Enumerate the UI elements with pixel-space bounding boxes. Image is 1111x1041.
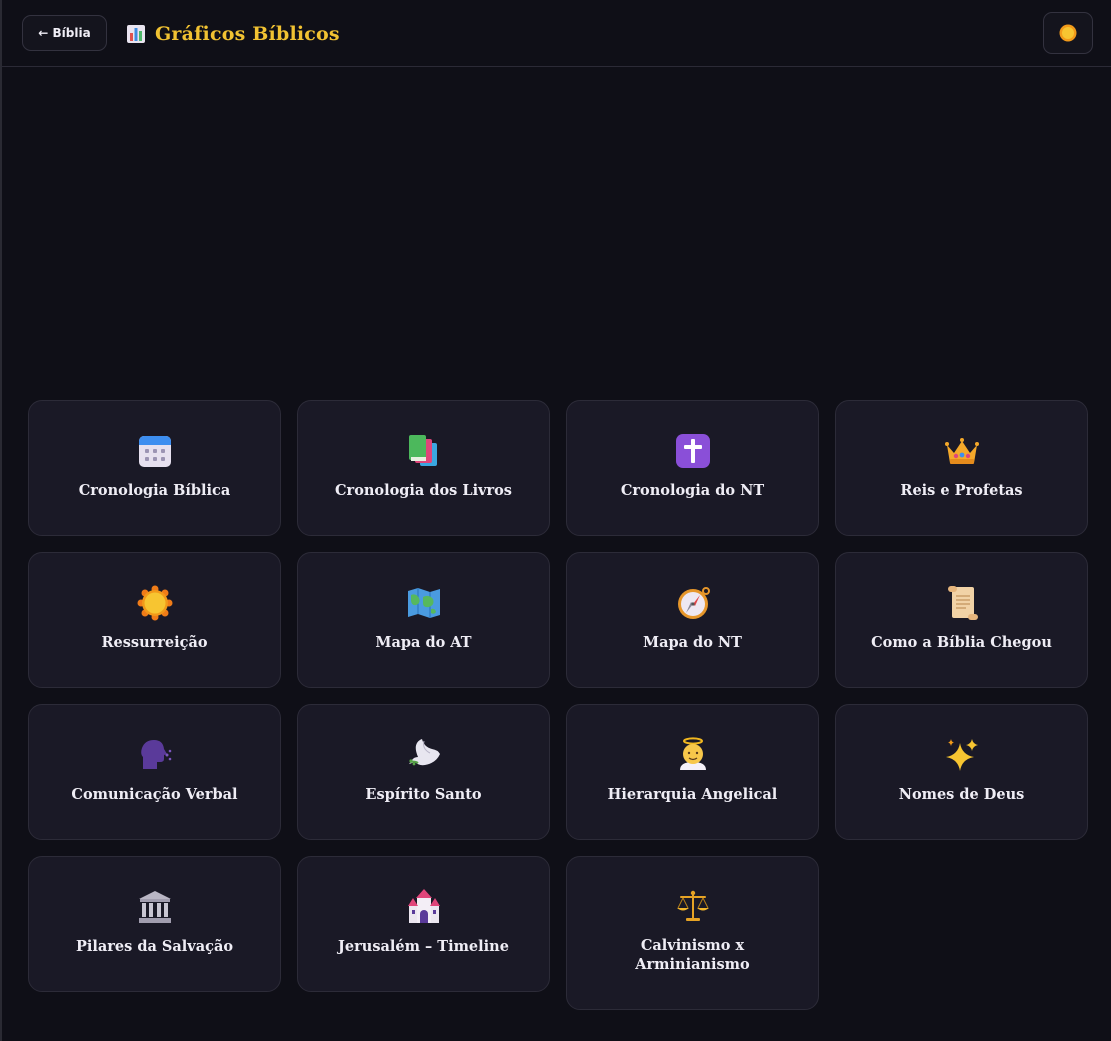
top-bar: ← Bíblia Gráficos Bíblicos: [2, 0, 1111, 67]
card-cronologia-dos-livros[interactable]: Cronologia dos Livros: [297, 400, 550, 536]
sparkles-icon: [944, 737, 980, 773]
books-icon: [406, 433, 442, 469]
sun-icon: [1059, 24, 1077, 42]
card-label: Pilares da Salvação: [75, 937, 234, 955]
card-label: Comunicação Verbal: [71, 785, 238, 803]
page-title: Gráficos Bíblicos: [155, 23, 340, 45]
card-cronologia-do-nt[interactable]: Cronologia do NT: [566, 400, 819, 536]
card-como-a-biblia-chegou[interactable]: Como a Bíblia Chegou: [835, 552, 1088, 688]
card-label: Mapa do NT: [643, 633, 742, 651]
sun-icon: [137, 585, 173, 621]
angel-icon: [675, 736, 711, 773]
card-label: Nomes de Deus: [898, 785, 1025, 803]
page-title-group: Gráficos Bíblicos: [126, 20, 340, 48]
cross-icon: [675, 433, 711, 469]
bar-chart-icon: [127, 25, 145, 43]
world-map-icon: [406, 585, 442, 621]
card-ressurreicao[interactable]: Ressurreição: [28, 552, 281, 688]
card-label: Hierarquia Angelical: [607, 785, 778, 803]
card-mapa-do-at[interactable]: Mapa do AT: [297, 552, 550, 688]
card-label: Cronologia dos Livros: [335, 481, 512, 499]
card-label: Cronologia Bíblica: [78, 481, 231, 499]
card-mapa-do-nt[interactable]: Mapa do NT: [566, 552, 819, 688]
calendar-icon: [137, 433, 173, 469]
theme-toggle-button[interactable]: [1043, 12, 1093, 54]
balance-scale-icon: [675, 888, 711, 924]
castle-icon: [406, 888, 442, 925]
card-comunicacao-verbal[interactable]: Comunicação Verbal: [28, 704, 281, 840]
card-cronologia-biblica[interactable]: Cronologia Bíblica: [28, 400, 281, 536]
window-edge: [0, 0, 2, 1041]
classical-building-icon: [137, 889, 173, 925]
dove-icon: [406, 737, 442, 773]
card-pilares-da-salvacao[interactable]: Pilares da Salvação: [28, 856, 281, 992]
card-label: Calvinismo x Arminianismo: [635, 937, 750, 973]
card-label: Espírito Santo: [365, 785, 482, 803]
card-label: Como a Bíblia Chegou: [871, 633, 1052, 651]
card-reis-e-profetas[interactable]: Reis e Profetas: [835, 400, 1088, 536]
charts-grid: Cronologia Bíblica Cronologia dos Livros…: [28, 400, 1088, 1010]
card-label: Ressurreição: [101, 633, 208, 651]
card-espirito-santo[interactable]: Espírito Santo: [297, 704, 550, 840]
compass-icon: [675, 585, 711, 621]
speaking-head-icon: [137, 737, 173, 773]
card-nomes-de-deus[interactable]: Nomes de Deus: [835, 704, 1088, 840]
crown-icon: [944, 433, 980, 469]
back-to-bible-button[interactable]: ← Bíblia: [22, 15, 107, 51]
card-label: Mapa do AT: [375, 633, 472, 651]
card-jerusalem-timeline[interactable]: Jerusalém – Timeline: [297, 856, 550, 992]
card-label: Cronologia do NT: [620, 481, 765, 499]
card-label: Jerusalém – Timeline: [338, 937, 509, 955]
card-calvinismo-x-arminianismo[interactable]: Calvinismo x Arminianismo: [566, 856, 819, 1010]
card-label: Reis e Profetas: [900, 481, 1023, 499]
scroll-icon: [944, 585, 980, 621]
card-hierarquia-angelical[interactable]: Hierarquia Angelical: [566, 704, 819, 840]
